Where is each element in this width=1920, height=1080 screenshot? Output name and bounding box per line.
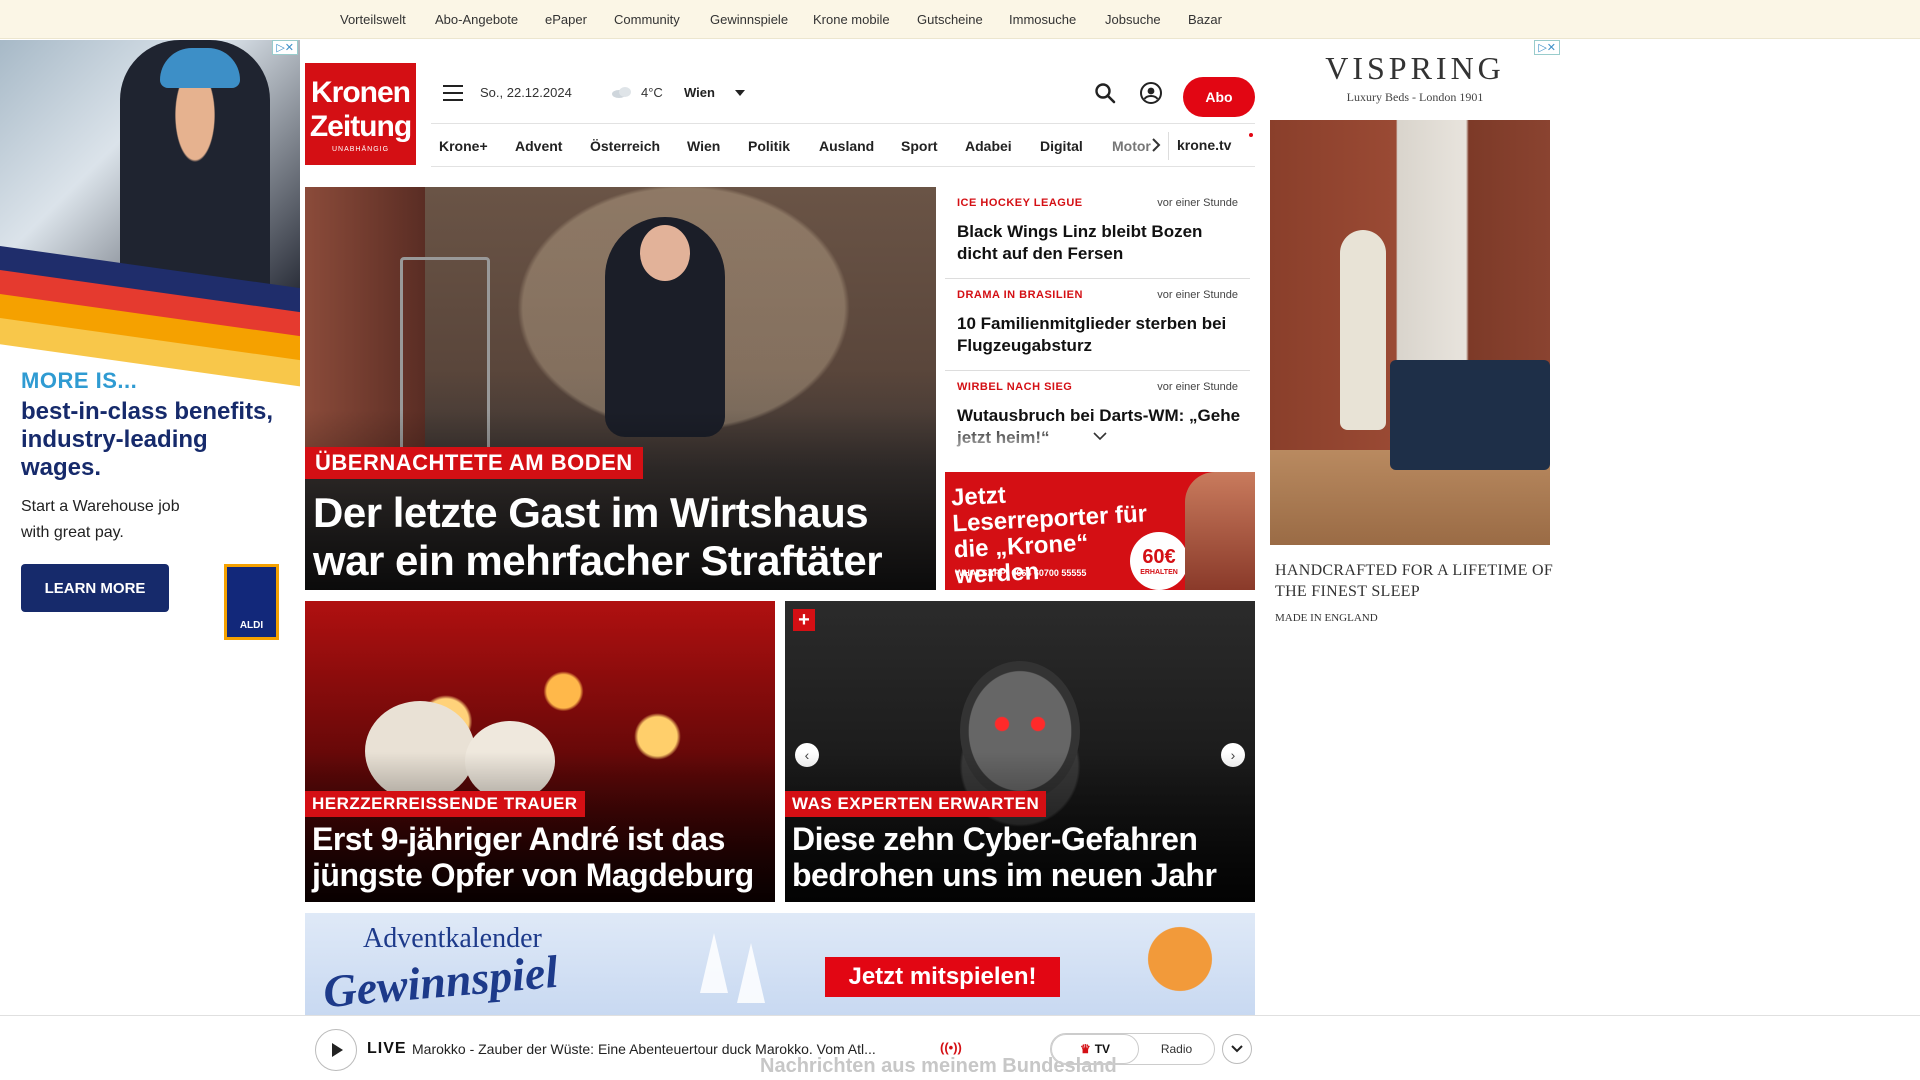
ticker-time: vor einer Stunde xyxy=(1157,289,1238,301)
nav-item-krone-plus[interactable]: Krone+ xyxy=(439,138,515,154)
advent-gewinnspiel-banner[interactable]: Adventkalender Gewinnspiel Jetzt mitspie… xyxy=(305,913,1255,1020)
hero-kicker: ÜBERNACHTETE AM BODEN xyxy=(305,447,643,479)
hero-title[interactable]: Der letzte Gast im Wirtshaus war ein meh… xyxy=(313,489,923,585)
krone-plus-icon: + xyxy=(793,609,815,631)
ticker-item[interactable]: ICE HOCKEY LEAGUE vor einer Stunde Black… xyxy=(945,197,1250,279)
card-title[interactable]: Erst 9-jähriger André ist das jüngste Op… xyxy=(312,821,772,893)
nav-item-motor[interactable]: Motor xyxy=(1112,138,1152,154)
cloud-icon xyxy=(612,87,631,98)
tab-tv[interactable]: ♛ TV xyxy=(1051,1034,1139,1064)
ad-learn-more-button[interactable]: LEARN MORE xyxy=(21,564,169,612)
ad-subtext: Start a Warehouse job with great pay. xyxy=(21,498,180,541)
link-jobsuche[interactable]: Jobsuche xyxy=(1105,12,1188,27)
player-source-tabs: ♛ TV Radio xyxy=(1050,1033,1215,1065)
nav-item-sport[interactable]: Sport xyxy=(901,138,965,154)
utility-links: Vorteilswelt Abo-Angebote ePaper Communi… xyxy=(340,0,1238,39)
ad-copy: HANDCRAFTED FOR A LIFETIME OF THE FINEST… xyxy=(1275,562,1554,600)
ticker-category: ICE HOCKEY LEAGUE xyxy=(957,197,1083,209)
ticker-title[interactable]: 10 Familienmitglieder sterben bei Flugze… xyxy=(957,313,1242,357)
ad-headline: best-in-class benefits, industry-leading… xyxy=(21,398,274,481)
play-button[interactable] xyxy=(315,1029,357,1071)
ticker-time: vor einer Stunde xyxy=(1157,197,1238,209)
nav-item-wien[interactable]: Wien xyxy=(687,138,748,154)
jetzt-mitspielen-button[interactable]: Jetzt mitspielen! xyxy=(825,957,1060,997)
ticker-time: vor einer Stunde xyxy=(1157,381,1238,393)
temperature: 4°C xyxy=(641,85,663,100)
live-label: LIVE xyxy=(367,1040,407,1057)
whatsapp-number: WHATSAPP: 0664 60700 55555 xyxy=(955,568,1087,578)
leserreporter-banner[interactable]: Jetzt Leserreporter für die „Krone“ werd… xyxy=(945,472,1255,590)
nav-item-advent[interactable]: Advent xyxy=(515,138,590,154)
ad-origin: MADE IN ENGLAND xyxy=(1275,612,1378,624)
kronen-zeitung-logo[interactable]: Kronen Zeitung UNABHÄNGIG xyxy=(305,63,416,165)
live-player-bar: Nachrichten aus meinem Bundesland LIVE M… xyxy=(0,1015,1920,1080)
ticker-category: DRAMA IN BRASILIEN xyxy=(957,289,1083,301)
aldi-logo: ALDI xyxy=(224,564,279,640)
menu-icon[interactable] xyxy=(443,85,463,101)
advent-subtitle: Gewinnspiel xyxy=(321,945,560,1018)
hero-article[interactable]: ÜBERNACHTETE AM BODEN Der letzte Gast im… xyxy=(305,187,936,590)
ticker-category: WIRBEL NACH SIEG xyxy=(957,381,1073,393)
nav-item-adabei[interactable]: Adabei xyxy=(965,138,1040,154)
crown-icon: ♛ xyxy=(1079,1042,1091,1056)
link-epaper[interactable]: ePaper xyxy=(545,12,614,27)
nav-item-ausland[interactable]: Ausland xyxy=(819,138,901,154)
section-nav: Krone+ Advent Österreich Wien Politik Au… xyxy=(431,123,1255,167)
hero-image xyxy=(605,217,725,437)
link-gutscheine[interactable]: Gutscheine xyxy=(917,12,1009,27)
chevron-right-icon[interactable] xyxy=(1151,138,1161,152)
search-icon[interactable] xyxy=(1094,82,1116,104)
article-card[interactable]: + ‹ › WAS EXPERTEN ERWARTEN Diese zehn C… xyxy=(785,601,1255,902)
card-kicker: WAS EXPERTEN ERWARTEN xyxy=(785,791,1047,817)
left-ad-banner[interactable]: ▷✕ MORE IS... best-in-class benefits, in… xyxy=(0,40,300,640)
news-ticker: ICE HOCKEY LEAGUE vor einer Stunde Black… xyxy=(945,187,1255,467)
current-show-title: Marokko - Zauber der Wüste: Eine Abenteu… xyxy=(412,1041,876,1057)
play-icon xyxy=(332,1043,343,1057)
live-dot xyxy=(1249,133,1253,137)
abo-button[interactable]: Abo xyxy=(1183,77,1255,117)
card-kicker: HERZZERREISSENDE TRAUER xyxy=(305,791,585,817)
link-krone-mobile[interactable]: Krone mobile xyxy=(813,12,917,27)
link-abo-angebote[interactable]: Abo-Angebote xyxy=(435,12,545,27)
nav-item-krone-tv[interactable]: krone.tv xyxy=(1177,137,1231,153)
ticker-title[interactable]: Black Wings Linz bleibt Bozen dicht auf … xyxy=(957,221,1242,265)
current-date: So., 22.12.2024 xyxy=(480,85,572,100)
chevron-down-icon[interactable] xyxy=(735,90,745,96)
chevron-down-icon[interactable] xyxy=(1093,431,1107,441)
broadcast-icon: ((•)) xyxy=(940,1040,962,1055)
header-bar: So., 22.12.2024 4°C Wien Abo xyxy=(431,68,1255,120)
ad-tagline: Luxury Beds - London 1901 xyxy=(1346,90,1484,104)
nav-item-digital[interactable]: Digital xyxy=(1040,138,1112,154)
chevron-down-icon xyxy=(1231,1045,1243,1053)
ad-choices-icon[interactable]: ▷✕ xyxy=(272,40,298,55)
nav-item-politik[interactable]: Politik xyxy=(748,138,819,154)
link-immosuche[interactable]: Immosuche xyxy=(1009,12,1105,27)
ad-more-text: MORE IS... xyxy=(21,368,138,393)
right-ad-banner[interactable]: ▷✕ VISPRING Luxury Beds - London 1901 HA… xyxy=(1270,40,1560,640)
main-column: Kronen Zeitung UNABHÄNGIG So., 22.12.202… xyxy=(305,40,1255,1080)
link-bazar[interactable]: Bazar xyxy=(1188,12,1238,27)
card-title[interactable]: Diese zehn Cyber-Gefahren bedrohen uns i… xyxy=(792,821,1252,893)
user-account-icon[interactable] xyxy=(1139,81,1163,105)
nav-item-oesterreich[interactable]: Österreich xyxy=(590,138,687,154)
link-gewinnspiele[interactable]: Gewinnspiele xyxy=(710,12,813,27)
link-community[interactable]: Community xyxy=(614,12,710,27)
article-card[interactable]: HERZZERREISSENDE TRAUER Erst 9-jähriger … xyxy=(305,601,775,902)
link-vorteilswelt[interactable]: Vorteilswelt xyxy=(340,12,435,27)
city-selector[interactable]: Wien xyxy=(684,85,715,100)
reward-badge: 60€ ERHALTEN xyxy=(1130,532,1188,590)
ad-brand: VISPRING xyxy=(1325,50,1505,86)
reporter-image xyxy=(1185,472,1255,590)
ticker-item[interactable]: DRAMA IN BRASILIEN vor einer Stunde 10 F… xyxy=(945,289,1250,371)
tab-radio[interactable]: Radio xyxy=(1139,1034,1214,1064)
fox-mascot-icon xyxy=(1135,923,1225,1013)
expand-player-button[interactable] xyxy=(1222,1034,1252,1064)
top-utility-bar: Vorteilswelt Abo-Angebote ePaper Communi… xyxy=(0,0,1920,39)
ad-bedroom-image xyxy=(1270,120,1550,545)
